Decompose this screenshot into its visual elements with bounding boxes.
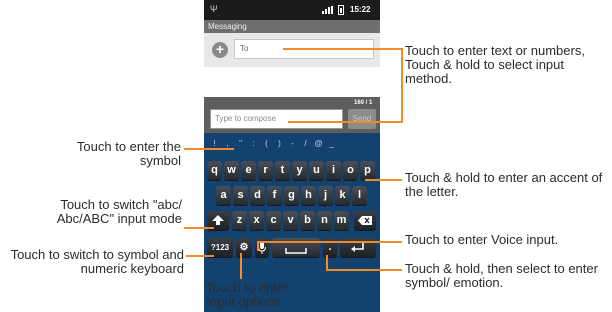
signal-icon [322, 6, 333, 14]
symbol-key[interactable]: , [221, 139, 234, 148]
key-g[interactable]: g [284, 186, 299, 205]
key-x[interactable]: x [249, 211, 264, 230]
callout-voice: Touch to enter Voice input. [405, 232, 559, 247]
key-i[interactable]: i [326, 161, 341, 180]
callout-bracket-to-compose [401, 48, 403, 123]
usb-icon: Ψ [210, 4, 218, 14]
enter-return-icon [351, 243, 364, 252]
key-v[interactable]: v [283, 211, 298, 230]
callout-period: Touch & hold, then select to enter symbo… [405, 261, 598, 290]
shift-arrow-icon [212, 215, 224, 225]
key-y[interactable]: y [292, 161, 307, 180]
key-p[interactable]: p [360, 161, 375, 180]
key-e[interactable]: e [241, 161, 256, 180]
key-s[interactable]: s [233, 186, 248, 205]
symbol-key[interactable]: ( [260, 139, 273, 148]
symbol-key[interactable]: @ [312, 139, 325, 148]
microphone-icon [258, 242, 266, 254]
callout-input-options: Touch to enter Input options. [206, 280, 289, 309]
conversation-area [204, 67, 380, 97]
battery-icon [338, 5, 344, 15]
input-options-key[interactable]: ⚙ [236, 238, 252, 257]
symbol-key[interactable]: - [286, 139, 299, 148]
key-f[interactable]: f [267, 186, 282, 205]
symbol-key[interactable]: : [247, 139, 260, 148]
key-t[interactable]: t [275, 161, 290, 180]
symbol-key[interactable]: ! [208, 139, 221, 148]
key-c[interactable]: c [266, 211, 281, 230]
callout-line-shift [184, 227, 214, 229]
backspace-icon [358, 216, 372, 225]
send-button[interactable]: Send [348, 109, 376, 129]
key-r[interactable]: r [258, 161, 273, 180]
callout-line-compose [288, 121, 401, 123]
key-h[interactable]: h [301, 186, 316, 205]
space-bar-icon [285, 248, 307, 254]
symbol-key[interactable]: _ [325, 139, 338, 148]
key-z[interactable]: z [232, 211, 247, 230]
callout-shift: Touch to switch "abc/ Abc/ABC" input mod… [56, 197, 182, 226]
callout-symbol: Touch to enter the symbol [76, 139, 181, 168]
callout-numeric: Touch to switch to symbol and numeric ke… [10, 247, 184, 276]
settings-gear-icon: ⚙ [239, 242, 249, 253]
symbol-key[interactable]: / [299, 139, 312, 148]
key-j[interactable]: j [318, 186, 333, 205]
character-counter: 160 / 1 [354, 100, 373, 106]
key-w[interactable]: w [224, 161, 239, 180]
symbol-key[interactable]: ) [273, 139, 286, 148]
callout-line-accent [365, 179, 402, 181]
key-l[interactable]: l [352, 186, 367, 205]
callout-line-period [326, 269, 402, 271]
status-bar: Ψ 15:22 [204, 0, 380, 20]
key-o[interactable]: o [343, 161, 358, 180]
callout-line-voice-drop [257, 241, 259, 251]
key-m[interactable]: m [334, 211, 349, 230]
callout-line-symbol [184, 148, 234, 150]
callout-accent: Touch & hold to enter an accent of the l… [405, 170, 603, 199]
delete-key[interactable] [354, 211, 376, 230]
status-time: 15:22 [350, 5, 371, 14]
key-a[interactable]: a [216, 186, 231, 205]
key-q[interactable]: q [207, 161, 222, 180]
key-n[interactable]: n [317, 211, 332, 230]
phone-screen: Ψ 15:22 Messaging + To 160 / 1 Type to c… [204, 0, 380, 312]
symbol-suggestion-row[interactable]: !, ":() - / @ _ [208, 139, 378, 153]
key-k[interactable]: k [335, 186, 350, 205]
compose-input[interactable]: Type to compose [210, 109, 343, 129]
callout-line-numeric [186, 255, 214, 257]
symbol-key[interactable]: " [234, 139, 247, 148]
app-title: Messaging [204, 20, 380, 33]
callout-line-input-options [240, 253, 242, 279]
add-recipient-button[interactable]: + [212, 42, 228, 58]
callout-line-to-field [283, 48, 403, 50]
key-d[interactable]: d [250, 186, 265, 205]
callout-to-field: Touch to enter text or numbers, Touch & … [405, 43, 585, 86]
key-u[interactable]: u [309, 161, 324, 180]
callout-line-voice [257, 241, 402, 243]
key-b[interactable]: b [300, 211, 315, 230]
